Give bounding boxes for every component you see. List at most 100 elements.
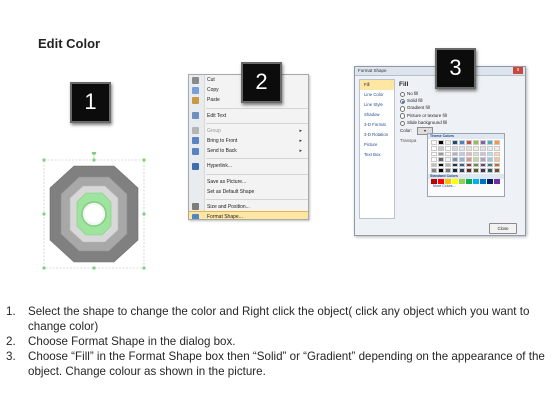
dialog-category-item[interactable]: 3-D Format (360, 120, 394, 130)
dialog-category-item[interactable]: Text Box (360, 150, 394, 160)
standard-color-swatch[interactable] (480, 179, 486, 184)
standard-color-swatch[interactable] (452, 179, 458, 184)
color-swatch[interactable] (438, 168, 444, 173)
color-swatch[interactable] (473, 157, 479, 162)
menu-item[interactable]: Save as Picture... (189, 177, 308, 187)
octagon-shape-svg[interactable] (40, 150, 148, 272)
color-swatch[interactable] (452, 162, 458, 168)
standard-color-swatch[interactable] (459, 179, 465, 184)
color-swatch[interactable] (487, 168, 493, 173)
color-swatch[interactable] (438, 140, 444, 145)
standard-color-swatch[interactable] (438, 179, 444, 184)
color-swatch[interactable] (445, 151, 451, 157)
dialog-close-button[interactable]: Close (489, 223, 517, 234)
color-swatch[interactable] (480, 146, 486, 151)
color-swatch[interactable] (438, 162, 444, 168)
color-swatch[interactable] (494, 140, 500, 145)
color-swatch[interactable] (445, 140, 451, 145)
color-swatch[interactable] (452, 140, 458, 145)
color-swatch[interactable] (445, 162, 451, 168)
menu-item[interactable]: Bring to Front ▸ (189, 136, 308, 146)
dialog-category-item[interactable]: Shadow (360, 110, 394, 120)
resize-handle-se[interactable] (142, 266, 146, 270)
color-swatch[interactable] (452, 146, 458, 151)
menu-item[interactable]: Format Shape... (189, 211, 308, 219)
color-swatch[interactable] (431, 146, 437, 151)
fill-option[interactable]: Slide background fill (397, 119, 520, 126)
color-swatch[interactable] (431, 140, 437, 145)
color-swatch[interactable] (438, 151, 444, 157)
color-swatch[interactable] (494, 146, 500, 151)
color-swatch[interactable] (466, 151, 472, 157)
color-swatch[interactable] (452, 168, 458, 173)
menu-item[interactable]: Size and Position... (189, 202, 308, 212)
fill-option[interactable]: Picture or texture fill (397, 112, 520, 119)
color-swatch[interactable] (431, 157, 437, 162)
standard-color-swatch[interactable] (445, 179, 451, 184)
color-swatch[interactable] (445, 157, 451, 162)
dialog-category-item[interactable]: 3-D Rotation (360, 130, 394, 140)
color-swatch[interactable] (445, 146, 451, 151)
color-swatch[interactable] (431, 162, 437, 168)
resize-handle-ne[interactable] (142, 158, 146, 162)
color-swatch[interactable] (452, 157, 458, 162)
resize-handle-s[interactable] (92, 266, 96, 270)
resize-handle-n[interactable] (92, 158, 96, 162)
menu-item[interactable]: Send to Back ▸ (189, 146, 308, 156)
color-swatch[interactable] (487, 157, 493, 162)
color-swatch[interactable] (494, 157, 500, 162)
standard-color-swatch[interactable] (487, 179, 493, 184)
color-swatch[interactable] (438, 157, 444, 162)
color-swatch[interactable] (438, 146, 444, 151)
dialog-category-item[interactable]: Line Style (360, 100, 394, 110)
color-swatch[interactable] (473, 146, 479, 151)
color-swatch[interactable] (487, 162, 493, 168)
menu-item[interactable]: Set as Default Shape (189, 187, 308, 197)
color-swatch[interactable] (445, 168, 451, 173)
color-swatch[interactable] (487, 146, 493, 151)
standard-color-swatch[interactable] (473, 179, 479, 184)
standard-color-swatch[interactable] (431, 179, 437, 184)
color-swatch[interactable] (480, 168, 486, 173)
dialog-category-item[interactable]: Line Color (360, 90, 394, 100)
color-swatch[interactable] (473, 168, 479, 173)
fill-option[interactable]: Solid fill (397, 97, 520, 105)
color-swatch[interactable] (459, 140, 465, 145)
color-swatch[interactable] (466, 168, 472, 173)
color-swatch[interactable] (473, 140, 479, 145)
color-swatch[interactable] (494, 168, 500, 173)
fill-option[interactable]: Gradient fill (397, 104, 520, 112)
color-swatch[interactable] (466, 157, 472, 162)
color-swatch[interactable] (473, 162, 479, 168)
color-swatch[interactable] (480, 162, 486, 168)
color-swatch[interactable] (473, 151, 479, 157)
color-swatch[interactable] (480, 140, 486, 145)
octagon-shape[interactable] (40, 150, 148, 272)
resize-handle-w[interactable] (42, 212, 46, 216)
menu-item[interactable]: Edit Text (189, 111, 308, 121)
color-swatch[interactable] (452, 151, 458, 157)
resize-handle-nw[interactable] (42, 158, 46, 162)
color-swatch[interactable] (459, 151, 465, 157)
color-swatch[interactable] (459, 168, 465, 173)
color-swatch[interactable] (459, 146, 465, 151)
color-swatch[interactable] (466, 146, 472, 151)
menu-item[interactable]: Hyperlink... (189, 161, 308, 171)
color-swatch[interactable] (487, 151, 493, 157)
color-swatch[interactable] (487, 140, 493, 145)
rotation-handle[interactable] (91, 150, 97, 155)
color-swatch[interactable] (494, 162, 500, 168)
color-swatch[interactable] (494, 151, 500, 157)
more-colors-link[interactable]: More Colors... (428, 184, 504, 189)
color-swatch[interactable] (466, 162, 472, 168)
standard-color-swatch[interactable] (494, 179, 500, 184)
fill-option[interactable]: No fill (397, 90, 520, 98)
dialog-category-item[interactable]: Picture (360, 140, 394, 150)
dialog-category-item[interactable]: Fill (360, 80, 394, 90)
standard-color-swatch[interactable] (466, 179, 472, 184)
color-swatch[interactable] (466, 140, 472, 145)
color-swatch[interactable] (480, 151, 486, 157)
color-swatch[interactable] (431, 151, 437, 157)
resize-handle-sw[interactable] (42, 266, 46, 270)
dialog-close-icon[interactable]: x (513, 67, 523, 74)
